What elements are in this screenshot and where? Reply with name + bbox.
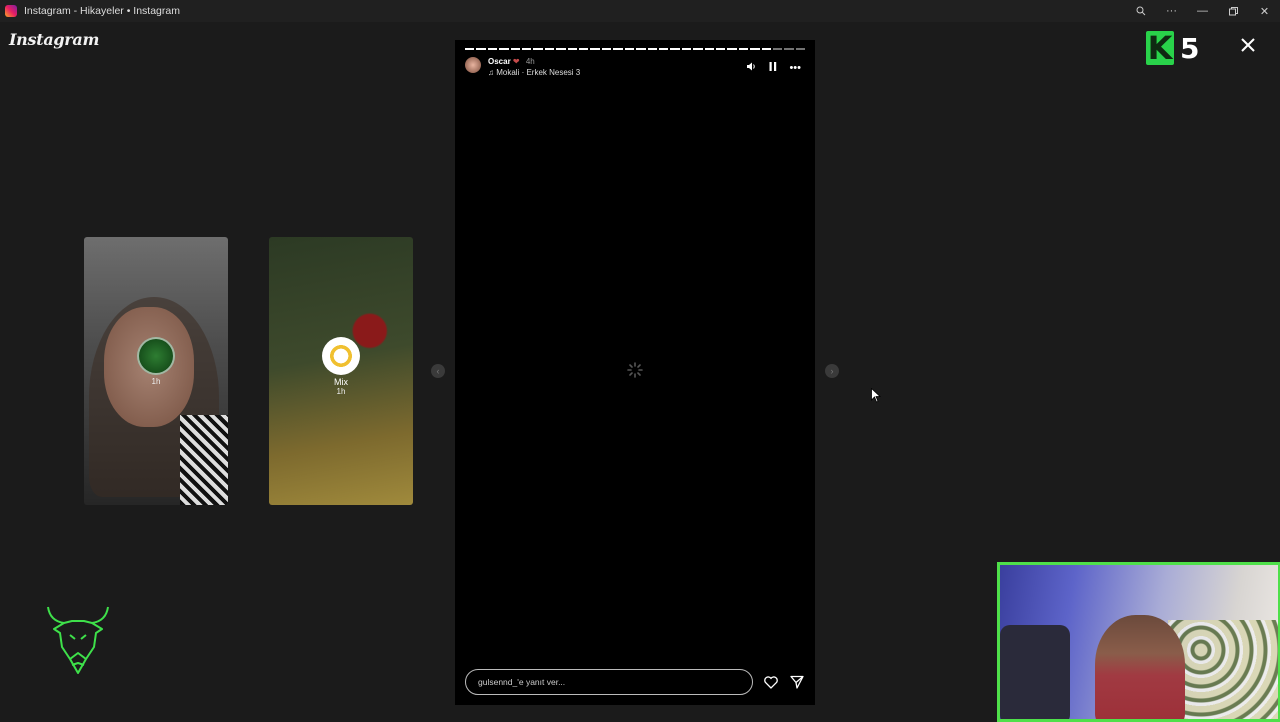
webcam-chair	[1000, 625, 1070, 719]
story-progress-segment	[567, 48, 578, 50]
story-progress-segment	[613, 48, 623, 50]
story-progress-segment	[784, 48, 794, 50]
story-preview-overlay: Mix 1h	[322, 337, 360, 396]
story-controls: •••	[746, 61, 801, 75]
story-progress-segment	[670, 48, 680, 50]
zoom-icon[interactable]	[1125, 0, 1156, 22]
story-progress-segment	[761, 48, 771, 50]
story-progress-segment	[636, 48, 646, 50]
story-progress-segment	[522, 48, 532, 50]
story-progress-segment	[544, 48, 555, 50]
story-progress-segment	[738, 48, 749, 50]
heart-icon[interactable]	[763, 674, 779, 690]
story-preview-1[interactable]: 1h	[84, 237, 228, 505]
story-progress-segment	[772, 48, 783, 50]
window-controls: ··· — ✕	[1125, 0, 1280, 22]
webcam-streamer	[1095, 615, 1185, 719]
pause-icon[interactable]	[768, 61, 778, 75]
story-progress-segment	[795, 48, 806, 50]
more-icon[interactable]: ···	[1156, 0, 1187, 22]
bull-head-logo-icon	[47, 606, 109, 674]
more-options-icon[interactable]: •••	[789, 62, 801, 74]
send-icon[interactable]	[789, 674, 805, 690]
story-progress-segment	[465, 48, 475, 50]
story-progress-segment	[693, 48, 703, 50]
story-header: Oscar ❤ 4h ♫ Mokali · Erkek Nesesi 3	[465, 57, 580, 77]
music-icon: ♫	[488, 68, 497, 77]
story-progress-segment	[556, 48, 566, 50]
story-progress-segment	[681, 48, 692, 50]
story-preview-2[interactable]: Mix 1h	[269, 237, 413, 505]
next-story-arrow-icon[interactable]: ›	[825, 364, 839, 378]
story-progress-segment	[601, 48, 612, 50]
heart-emoji: ❤	[512, 57, 520, 66]
window-title: Instagram - Hikayeler • Instagram	[24, 5, 180, 17]
story-progress-segment	[658, 48, 669, 50]
reply-row	[465, 668, 805, 696]
close-icon[interactable]	[1240, 37, 1256, 53]
restore-icon[interactable]	[1218, 0, 1249, 22]
reply-input[interactable]	[465, 669, 753, 695]
story-username[interactable]: Oscar	[488, 57, 511, 66]
story-progress-bar	[465, 48, 806, 50]
story-music-label: Mokali · Erkek Nesesi 3	[496, 68, 581, 77]
photo-pattern	[180, 415, 228, 505]
previous-story-arrow-icon[interactable]: ‹	[431, 364, 445, 378]
story-preview-name: Mix	[334, 377, 348, 387]
story-preview-overlay: 1h	[137, 337, 175, 386]
story-progress-segment	[487, 48, 498, 50]
story-progress-segment	[590, 48, 600, 50]
story-progress-segment	[704, 48, 714, 50]
story-viewer[interactable]: Oscar ❤ 4h ♫ Mokali · Erkek Nesesi 3 •••	[455, 40, 815, 705]
story-progress-segment	[579, 48, 589, 50]
story-progress-segment	[750, 48, 760, 50]
window-titlebar: Instagram - Hikayeler • Instagram ··· — …	[0, 0, 1280, 22]
mouse-cursor-icon	[871, 388, 881, 403]
webcam-overlay	[997, 562, 1280, 722]
story-progress-segment	[647, 48, 657, 50]
loading-spinner-icon	[627, 362, 643, 378]
story-progress-segment	[727, 48, 737, 50]
k5-number: 5	[1180, 31, 1200, 65]
k5-stream-logo: K 5	[1146, 29, 1210, 67]
avatar	[322, 337, 360, 375]
story-progress-segment	[510, 48, 521, 50]
story-preview-time: 1h	[336, 387, 346, 396]
minimize-icon[interactable]: —	[1187, 0, 1218, 22]
story-time: 4h	[525, 57, 535, 66]
story-progress-segment	[499, 48, 509, 50]
story-progress-segment	[624, 48, 635, 50]
avatar[interactable]	[465, 57, 481, 73]
volume-icon[interactable]	[746, 61, 757, 75]
story-music[interactable]: ♫ Mokali · Erkek Nesesi 3	[488, 68, 580, 77]
story-progress-segment	[476, 48, 486, 50]
instagram-app-icon	[5, 5, 17, 17]
instagram-logo[interactable]: Instagram	[9, 30, 99, 49]
k5-letter: K	[1146, 29, 1174, 67]
avatar	[137, 337, 175, 375]
story-progress-segment	[533, 48, 543, 50]
story-preview-time: 1h	[151, 377, 161, 386]
story-progress-segment	[715, 48, 726, 50]
close-window-icon[interactable]: ✕	[1249, 0, 1280, 22]
